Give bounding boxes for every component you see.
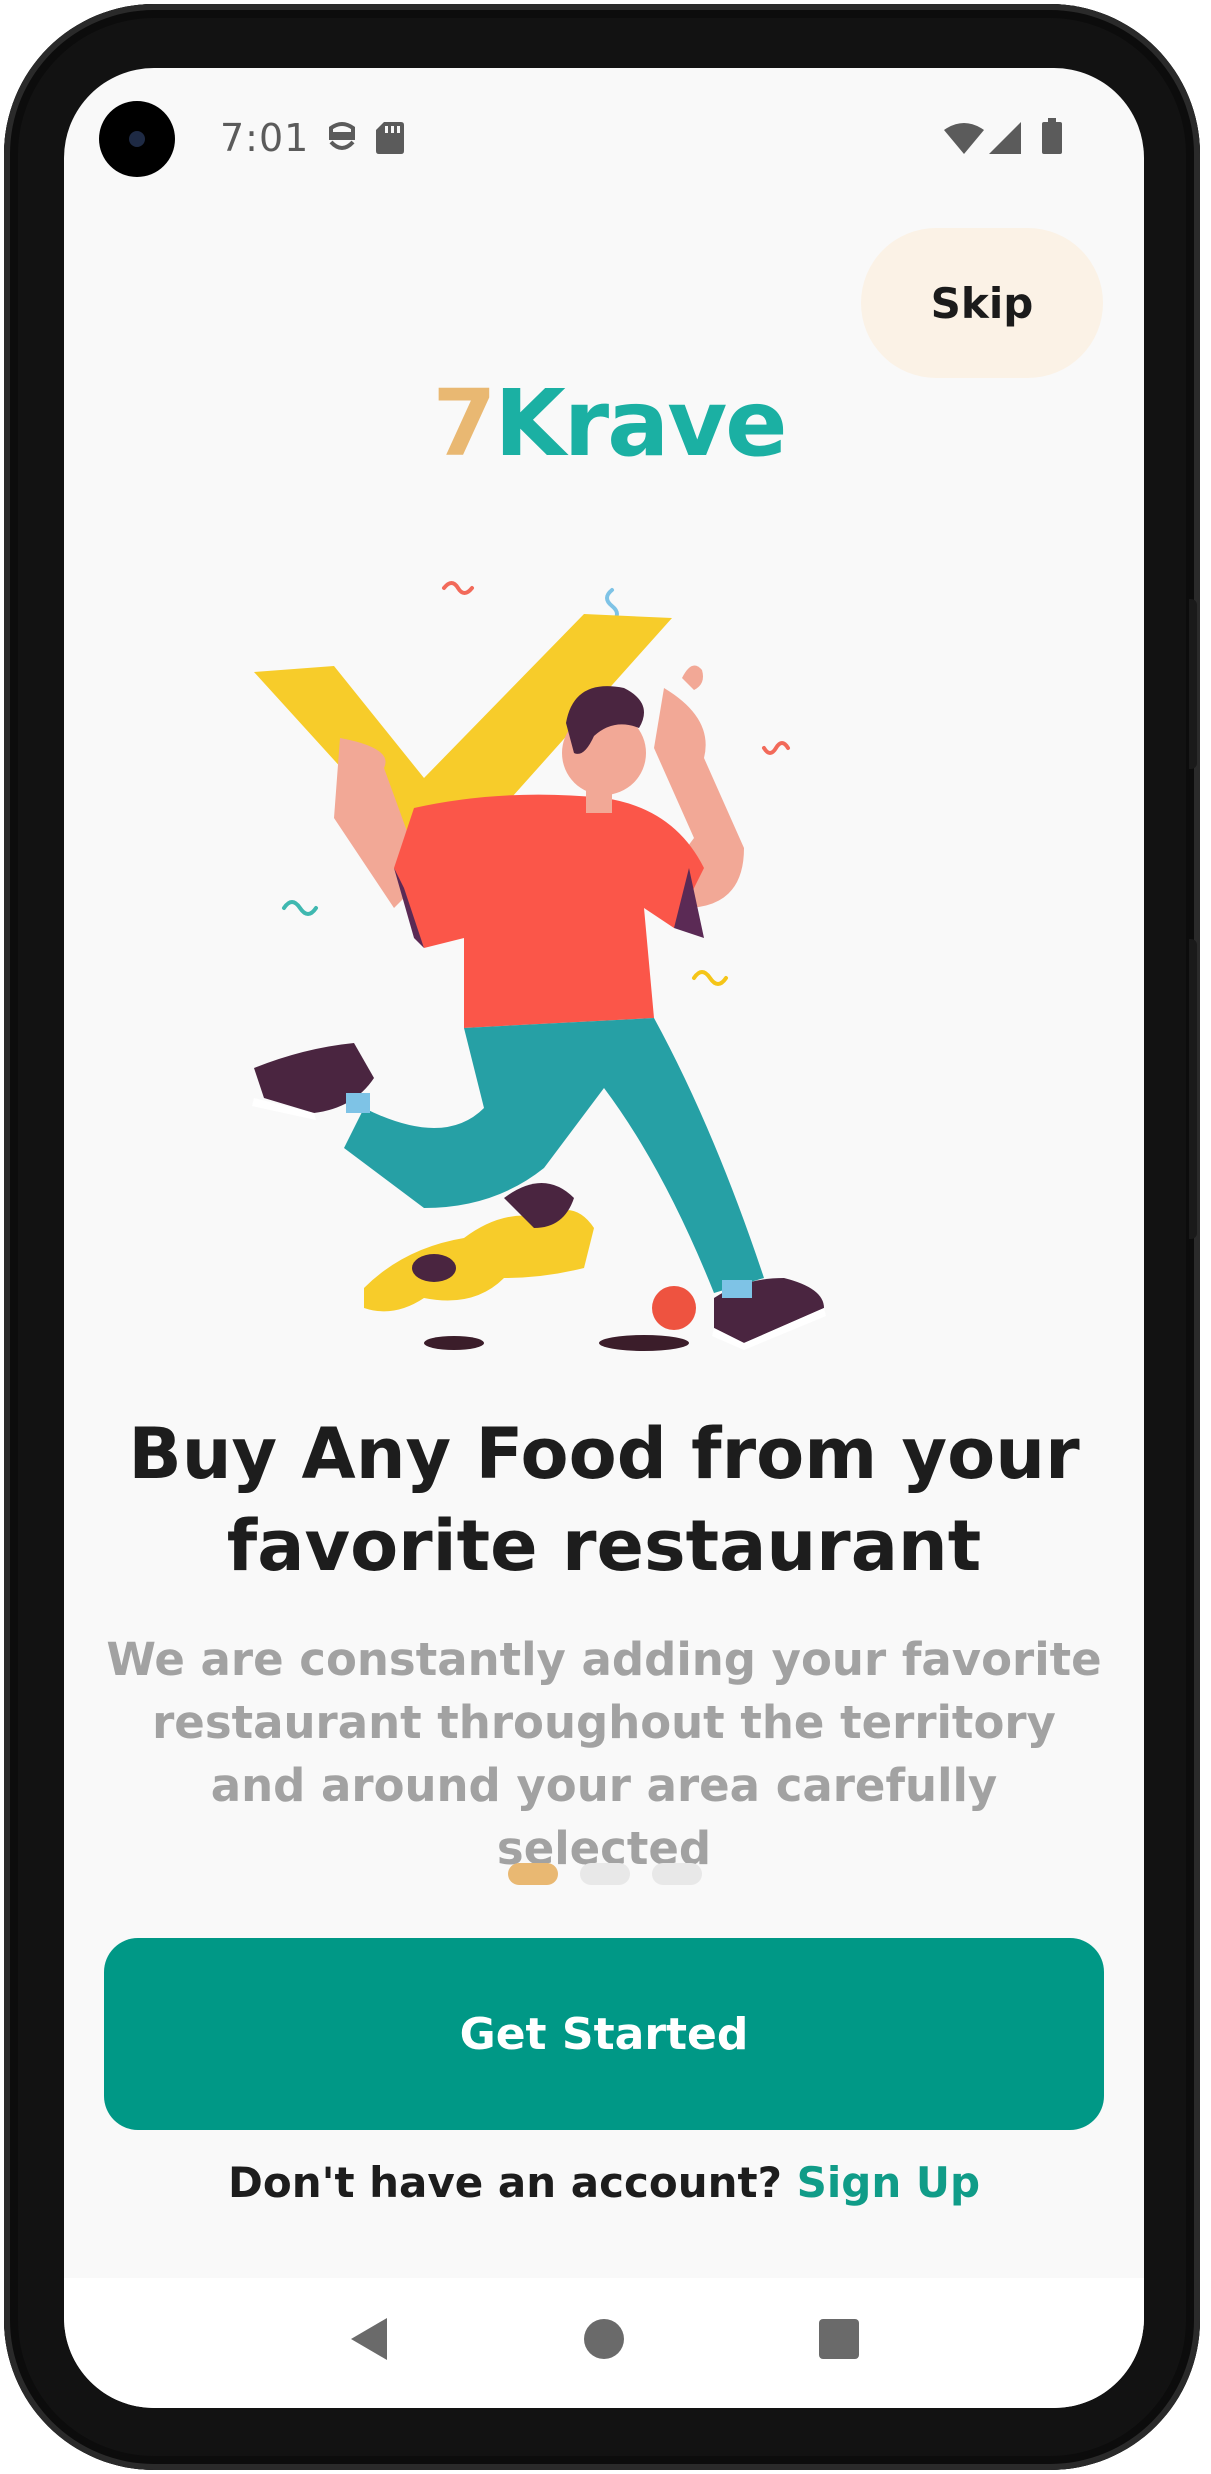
status-time: 7:01 xyxy=(220,116,310,160)
sd-card-icon xyxy=(376,122,404,158)
app-logo: 7 Krave xyxy=(432,368,787,478)
onboarding-headline: Buy Any Food from your favorite restaura… xyxy=(128,1413,1080,1587)
app-screen: 7:01 Skip 7 Krave Buy Any Food from your… xyxy=(64,68,1144,2408)
person-running-with-checkmark-and-dog-illustration xyxy=(252,581,826,1351)
page-dot[interactable] xyxy=(580,1863,630,1885)
front-camera xyxy=(99,101,175,177)
do-not-disturb-icon xyxy=(326,120,358,160)
status-bar: 7:01 xyxy=(64,68,1144,218)
skip-button[interactable]: Skip xyxy=(861,228,1103,378)
onboarding-illustration xyxy=(244,508,964,1408)
onboarding-description: We are constantly adding your favorite r… xyxy=(106,1633,1102,1875)
recents-icon[interactable] xyxy=(794,2294,884,2384)
get-started-button[interactable]: Get Started xyxy=(104,1938,1104,2130)
battery-icon xyxy=(1042,118,1062,158)
logo-krave: Krave xyxy=(494,369,787,477)
signup-row: Don't have an account? Sign Up xyxy=(104,2158,1104,2207)
cell-signal-icon xyxy=(989,122,1021,158)
logo-seven: 7 xyxy=(432,369,496,477)
page-dot[interactable] xyxy=(652,1863,702,1885)
page-dot-active[interactable] xyxy=(508,1863,558,1885)
volume-button xyxy=(1189,939,1197,1239)
phone-frame: 7:01 Skip 7 Krave Buy Any Food from your… xyxy=(4,4,1200,2470)
system-nav-bar xyxy=(64,2278,1144,2408)
back-icon[interactable] xyxy=(324,2294,414,2384)
wifi-icon xyxy=(944,122,984,158)
sign-up-link[interactable]: Sign Up xyxy=(797,2158,980,2207)
power-button xyxy=(1189,599,1197,769)
signup-prompt: Don't have an account? xyxy=(227,2158,782,2207)
home-icon[interactable] xyxy=(559,2294,649,2384)
page-indicator xyxy=(508,1863,702,1887)
